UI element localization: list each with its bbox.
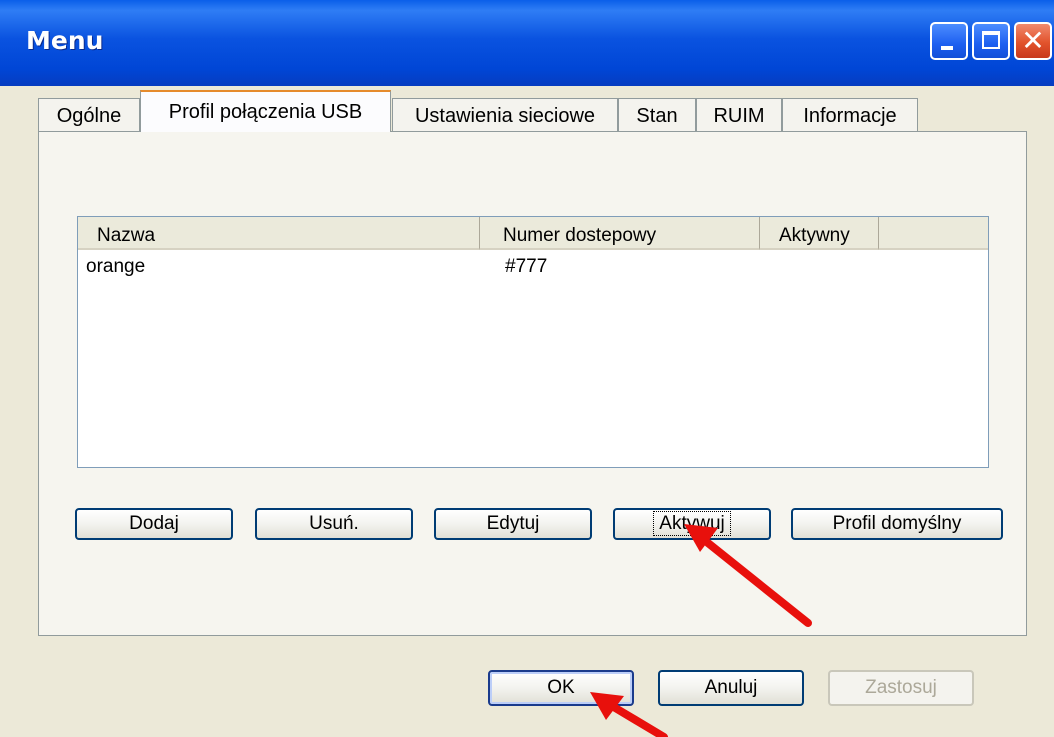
- arrow-to-activate-icon: [684, 524, 812, 627]
- settings-dialog: Menu ✕ Ogólne Profil połączenia USB Usta…: [0, 0, 1054, 737]
- arrow-to-ok-icon: [590, 692, 668, 737]
- annotation-arrows: [590, 524, 812, 737]
